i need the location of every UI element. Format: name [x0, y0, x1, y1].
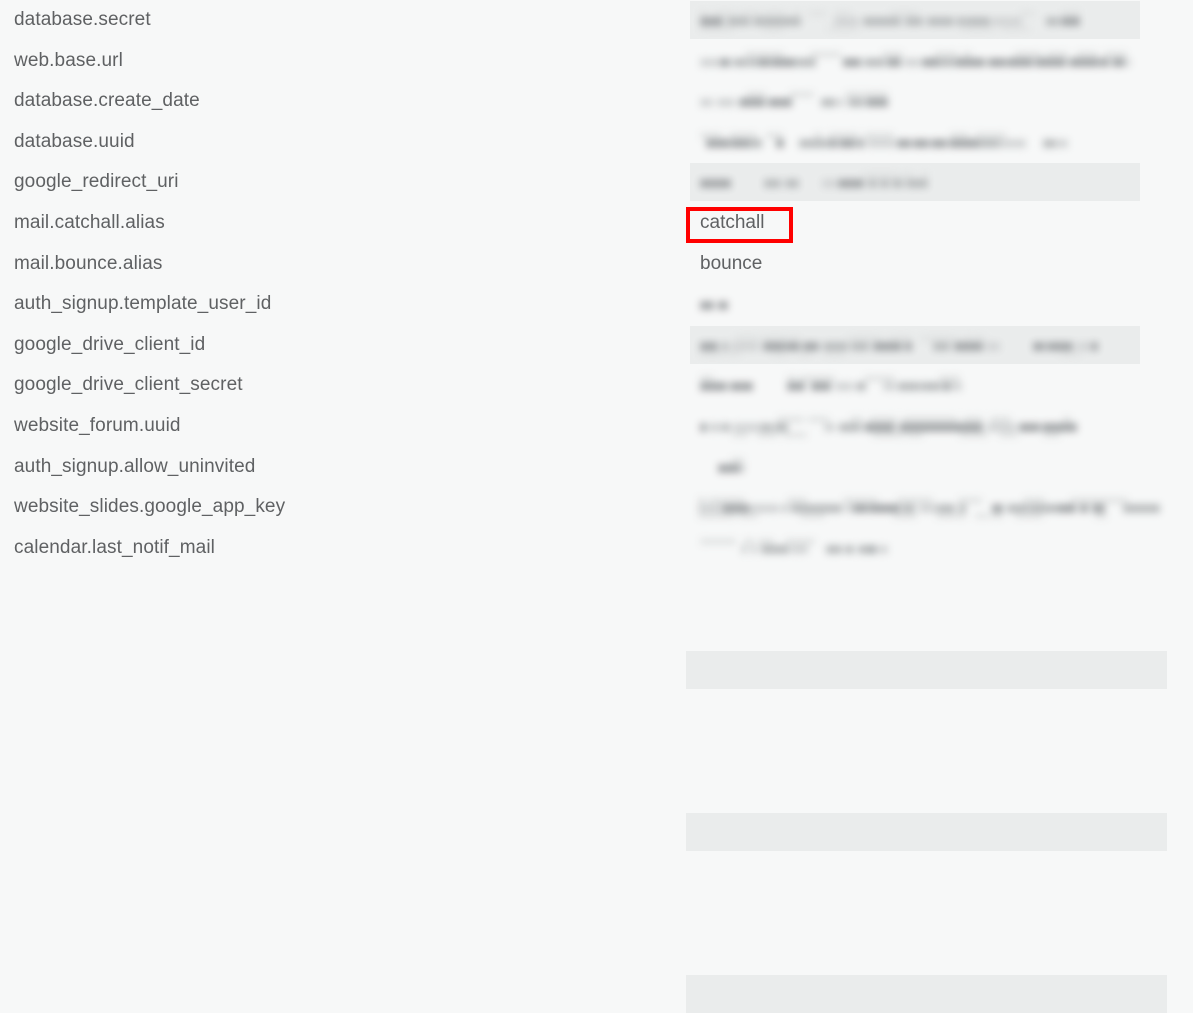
redaction-bar [686, 650, 1167, 689]
parameter-key: web.base.url [14, 49, 123, 71]
parameter-key: database.create_date [14, 90, 200, 112]
redacted-value-blur [700, 170, 928, 196]
redacted-value-blur [700, 333, 1098, 359]
parameter-key: mail.bounce.alias [14, 252, 163, 274]
table-row[interactable]: google_drive_client_id [0, 325, 1193, 689]
system-parameters-table: database.secret web.base.url database.crea… [0, 0, 1193, 1013]
parameter-key: website_slides.google_app_key [14, 496, 286, 518]
table-row[interactable]: mail.bounce.alias bounce [0, 244, 1193, 285]
table-row[interactable]: mail.catchall.alias catchall [0, 203, 1193, 244]
redacted-value-blur [700, 414, 1080, 440]
parameter-key: mail.catchall.alias [14, 212, 165, 233]
table-row[interactable]: auth_signup.allow_uninvited [0, 447, 1193, 488]
parameter-key: google_redirect_uri [14, 171, 179, 193]
redacted-value-blur [700, 455, 744, 481]
table-row[interactable]: calendar.last_notif_mail [0, 528, 1193, 569]
table-row[interactable]: google_drive_client_secret [0, 365, 1193, 406]
redacted-value-blur [700, 8, 1080, 34]
catchall-value-highlight-box [686, 207, 793, 243]
table-row[interactable]: database.secret [0, 0, 1193, 41]
redacted-value-blur [698, 495, 1160, 521]
redacted-value-blur [700, 49, 1130, 75]
table-row[interactable]: google_redirect_uri [0, 162, 1193, 364]
parameter-key: database.secret [14, 9, 151, 30]
table-row[interactable]: database.create_date [0, 81, 1193, 202]
parameter-key: google_drive_client_secret [14, 374, 243, 396]
redacted-value-blur [700, 89, 888, 115]
parameter-key: website_forum.uuid [14, 415, 181, 436]
parameter-key: calendar.last_notif_mail [14, 536, 215, 558]
table-row[interactable]: website_slides.google_app_key [0, 487, 1193, 1013]
table-row[interactable]: website_forum.uuid [0, 406, 1193, 851]
table-row[interactable]: database.uuid [0, 122, 1193, 163]
parameter-key: database.uuid [14, 130, 135, 152]
redacted-value-blur [700, 292, 728, 318]
redaction-bar [686, 975, 1167, 1013]
redacted-value-blur [700, 536, 888, 562]
parameter-key: auth_signup.allow_uninvited [14, 455, 256, 477]
table-row[interactable]: web.base.url [0, 41, 1193, 82]
parameter-key: google_drive_client_id [14, 333, 206, 355]
table-row[interactable]: auth_signup.template_user_id [0, 284, 1193, 325]
parameter-key: auth_signup.template_user_id [14, 293, 272, 315]
parameter-value: bounce [700, 252, 763, 274]
redacted-value-blur [700, 373, 962, 399]
redacted-value-blur [700, 130, 1070, 156]
redaction-bar [686, 813, 1167, 851]
